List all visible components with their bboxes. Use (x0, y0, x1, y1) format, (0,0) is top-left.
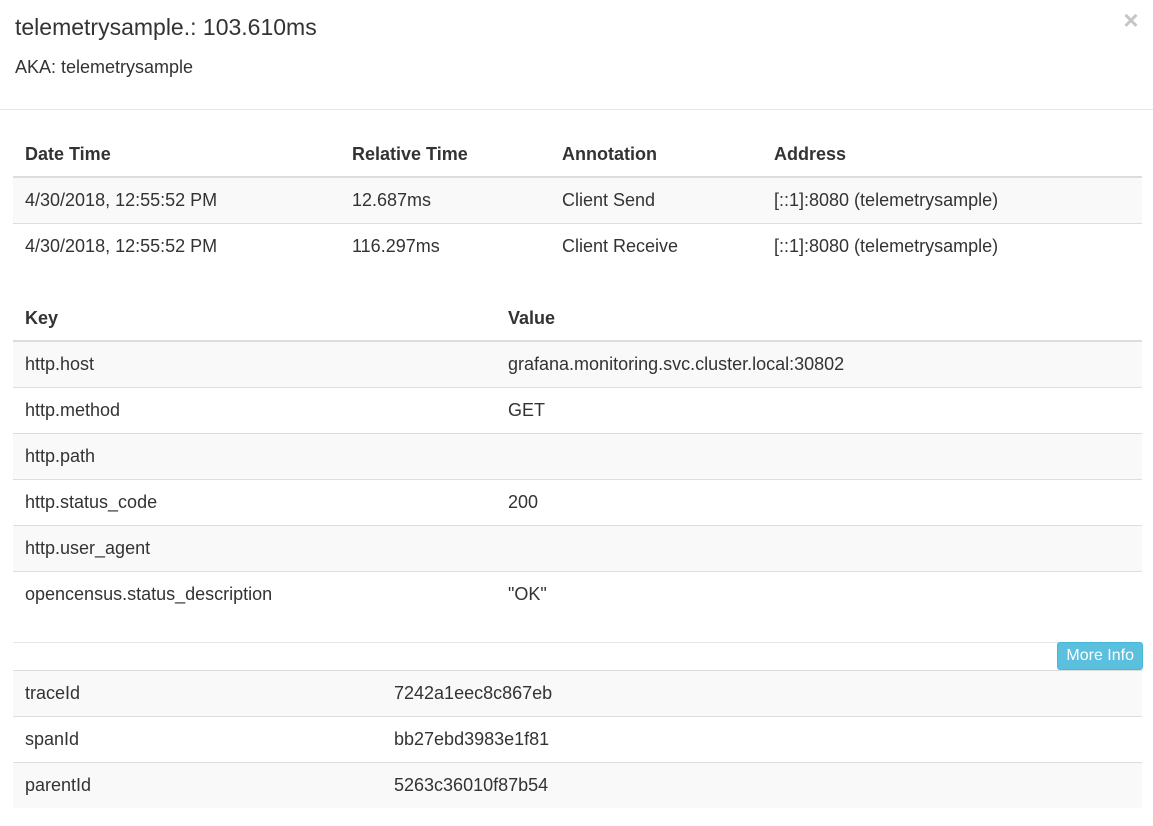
tag-key-cell: http.status_code (13, 479, 496, 526)
table-row: 4/30/2018, 12:55:52 PM 12.687ms Client S… (13, 177, 1142, 224)
tag-key-cell: http.path (13, 433, 496, 480)
table-row: parentId 5263c36010f87b54 (13, 762, 1142, 808)
close-icon[interactable]: × (1121, 7, 1141, 33)
column-header-relative-time: Relative Time (340, 126, 550, 178)
column-header-annotation: Annotation (550, 126, 762, 178)
table-row: http.host grafana.monitoring.svc.cluster… (13, 341, 1142, 388)
tag-key-cell: opencensus.status_description (13, 571, 496, 617)
table-row: http.method GET (13, 387, 1142, 434)
id-value-cell: bb27ebd3983e1f81 (382, 716, 1142, 763)
table-row: spanId bb27ebd3983e1f81 (13, 716, 1142, 763)
tag-key-cell: http.user_agent (13, 525, 496, 572)
modal-title: telemetrysample.: 103.610ms (15, 14, 317, 40)
id-key-cell: spanId (13, 716, 382, 763)
table-row: traceId 7242a1eec8c867eb (13, 670, 1142, 717)
tag-value-cell: GET (496, 387, 1142, 434)
column-header-date-time: Date Time (13, 126, 340, 178)
tags-table: Key Value http.host grafana.monitoring.s… (13, 290, 1142, 617)
service-aka: AKA: telemetrysample (15, 57, 194, 77)
tag-key-cell: http.method (13, 387, 496, 434)
tag-value-cell (496, 433, 1142, 480)
id-key-cell: traceId (13, 670, 382, 717)
id-value-cell: 7242a1eec8c867eb (382, 670, 1142, 717)
address-cell: [::1]:8080 (telemetrysample) (762, 223, 1142, 269)
ids-table: traceId 7242a1eec8c867eb spanId bb27ebd3… (13, 670, 1142, 808)
modal-header: telemetrysample.: 103.610ms AKA: telemet… (0, 0, 1153, 110)
table-row: http.status_code 200 (13, 479, 1142, 526)
id-key-cell: parentId (13, 762, 382, 808)
table-row: http.user_agent (13, 525, 1142, 572)
column-header-value: Value (496, 290, 1142, 342)
annotations-header-row: Date Time Relative Time Annotation Addre… (13, 126, 1142, 178)
tag-value-cell: "OK" (496, 571, 1142, 617)
table-row: 4/30/2018, 12:55:52 PM 116.297ms Client … (13, 223, 1142, 269)
more-info-button[interactable]: More Info (1057, 642, 1143, 670)
tag-key-cell: http.host (13, 341, 496, 388)
tag-value-cell: grafana.monitoring.svc.cluster.local:308… (496, 341, 1142, 388)
date-time-cell: 4/30/2018, 12:55:52 PM (13, 223, 340, 269)
table-row: http.path (13, 433, 1142, 480)
tag-value-cell (496, 525, 1142, 572)
tags-header-row: Key Value (13, 290, 1142, 342)
date-time-cell: 4/30/2018, 12:55:52 PM (13, 177, 340, 224)
annotation-cell: Client Receive (550, 223, 762, 269)
address-cell: [::1]:8080 (telemetrysample) (762, 177, 1142, 224)
relative-time-cell: 12.687ms (340, 177, 550, 224)
annotation-cell: Client Send (550, 177, 762, 224)
relative-time-cell: 116.297ms (340, 223, 550, 269)
column-header-key: Key (13, 290, 496, 342)
id-value-cell: 5263c36010f87b54 (382, 762, 1142, 808)
tag-value-cell: 200 (496, 479, 1142, 526)
column-header-address: Address (762, 126, 1142, 178)
annotations-table: Date Time Relative Time Annotation Addre… (13, 126, 1142, 269)
table-row: opencensus.status_description "OK" (13, 571, 1142, 617)
more-info-bar: More Info (13, 642, 1143, 670)
